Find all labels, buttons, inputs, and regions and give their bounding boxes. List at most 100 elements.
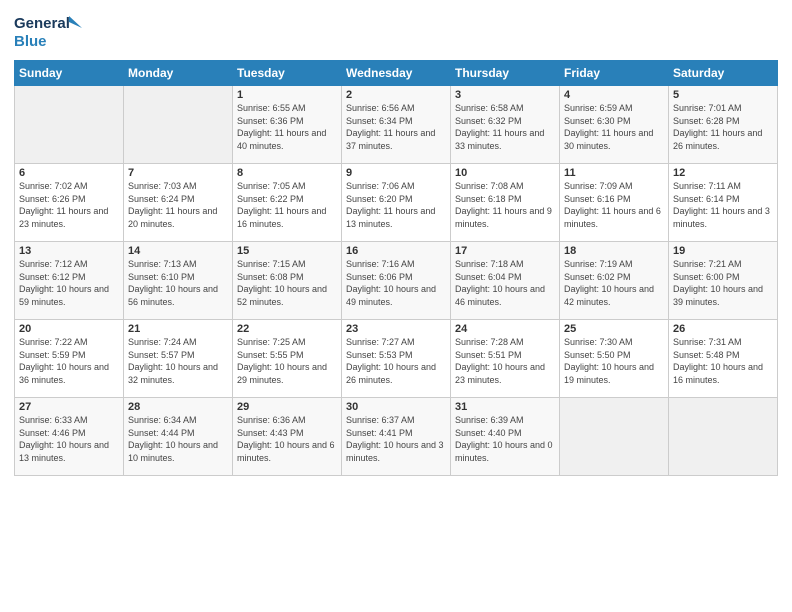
calendar-day-cell: 18Sunrise: 7:19 AMSunset: 6:02 PMDayligh… — [560, 242, 669, 320]
day-number: 16 — [346, 245, 446, 257]
calendar-day-cell: 20Sunrise: 7:22 AMSunset: 5:59 PMDayligh… — [15, 320, 124, 398]
weekday-header: Monday — [124, 61, 233, 86]
day-number: 29 — [237, 401, 337, 413]
calendar-body: 1Sunrise: 6:55 AMSunset: 6:36 PMDaylight… — [15, 86, 778, 476]
calendar-week-row: 6Sunrise: 7:02 AMSunset: 6:26 PMDaylight… — [15, 164, 778, 242]
day-number: 25 — [564, 323, 664, 335]
calendar-day-cell: 9Sunrise: 7:06 AMSunset: 6:20 PMDaylight… — [342, 164, 451, 242]
day-info: Sunrise: 7:16 AMSunset: 6:06 PMDaylight:… — [346, 258, 446, 308]
day-number: 2 — [346, 89, 446, 101]
day-number: 13 — [19, 245, 119, 257]
day-number: 21 — [128, 323, 228, 335]
day-number: 14 — [128, 245, 228, 257]
calendar-day-cell: 17Sunrise: 7:18 AMSunset: 6:04 PMDayligh… — [451, 242, 560, 320]
day-info: Sunrise: 7:06 AMSunset: 6:20 PMDaylight:… — [346, 180, 446, 230]
main-container: GeneralBlue SundayMondayTuesdayWednesday… — [0, 0, 792, 484]
day-number: 1 — [237, 89, 337, 101]
day-number: 3 — [455, 89, 555, 101]
day-info: Sunrise: 7:08 AMSunset: 6:18 PMDaylight:… — [455, 180, 555, 230]
calendar-week-row: 27Sunrise: 6:33 AMSunset: 4:46 PMDayligh… — [15, 398, 778, 476]
calendar-day-cell: 8Sunrise: 7:05 AMSunset: 6:22 PMDaylight… — [233, 164, 342, 242]
day-info: Sunrise: 7:15 AMSunset: 6:08 PMDaylight:… — [237, 258, 337, 308]
calendar-day-cell: 24Sunrise: 7:28 AMSunset: 5:51 PMDayligh… — [451, 320, 560, 398]
calendar-week-row: 1Sunrise: 6:55 AMSunset: 6:36 PMDaylight… — [15, 86, 778, 164]
day-info: Sunrise: 7:01 AMSunset: 6:28 PMDaylight:… — [673, 102, 773, 152]
day-info: Sunrise: 7:24 AMSunset: 5:57 PMDaylight:… — [128, 336, 228, 386]
calendar-day-cell: 5Sunrise: 7:01 AMSunset: 6:28 PMDaylight… — [669, 86, 778, 164]
calendar-day-cell — [124, 86, 233, 164]
calendar-day-cell: 19Sunrise: 7:21 AMSunset: 6:00 PMDayligh… — [669, 242, 778, 320]
day-info: Sunrise: 7:25 AMSunset: 5:55 PMDaylight:… — [237, 336, 337, 386]
day-number: 15 — [237, 245, 337, 257]
day-number: 17 — [455, 245, 555, 257]
day-info: Sunrise: 6:58 AMSunset: 6:32 PMDaylight:… — [455, 102, 555, 152]
day-info: Sunrise: 7:31 AMSunset: 5:48 PMDaylight:… — [673, 336, 773, 386]
day-number: 5 — [673, 89, 773, 101]
day-info: Sunrise: 6:36 AMSunset: 4:43 PMDaylight:… — [237, 414, 337, 464]
day-number: 12 — [673, 167, 773, 179]
calendar-day-cell: 16Sunrise: 7:16 AMSunset: 6:06 PMDayligh… — [342, 242, 451, 320]
calendar-day-cell: 29Sunrise: 6:36 AMSunset: 4:43 PMDayligh… — [233, 398, 342, 476]
day-info: Sunrise: 6:34 AMSunset: 4:44 PMDaylight:… — [128, 414, 228, 464]
day-info: Sunrise: 7:22 AMSunset: 5:59 PMDaylight:… — [19, 336, 119, 386]
day-number: 20 — [19, 323, 119, 335]
calendar-day-cell: 25Sunrise: 7:30 AMSunset: 5:50 PMDayligh… — [560, 320, 669, 398]
day-info: Sunrise: 7:11 AMSunset: 6:14 PMDaylight:… — [673, 180, 773, 230]
day-info: Sunrise: 7:13 AMSunset: 6:10 PMDaylight:… — [128, 258, 228, 308]
calendar-day-cell: 31Sunrise: 6:39 AMSunset: 4:40 PMDayligh… — [451, 398, 560, 476]
calendar-header: SundayMondayTuesdayWednesdayThursdayFrid… — [15, 61, 778, 86]
calendar-day-cell: 4Sunrise: 6:59 AMSunset: 6:30 PMDaylight… — [560, 86, 669, 164]
day-number: 27 — [19, 401, 119, 413]
day-number: 19 — [673, 245, 773, 257]
calendar-day-cell — [560, 398, 669, 476]
calendar-day-cell: 7Sunrise: 7:03 AMSunset: 6:24 PMDaylight… — [124, 164, 233, 242]
calendar-table: SundayMondayTuesdayWednesdayThursdayFrid… — [14, 60, 778, 476]
day-number: 9 — [346, 167, 446, 179]
calendar-day-cell — [15, 86, 124, 164]
svg-text:General: General — [14, 15, 70, 32]
calendar-day-cell: 26Sunrise: 7:31 AMSunset: 5:48 PMDayligh… — [669, 320, 778, 398]
day-info: Sunrise: 7:21 AMSunset: 6:00 PMDaylight:… — [673, 258, 773, 308]
weekday-header: Tuesday — [233, 61, 342, 86]
day-info: Sunrise: 7:03 AMSunset: 6:24 PMDaylight:… — [128, 180, 228, 230]
weekday-header: Sunday — [15, 61, 124, 86]
calendar-day-cell: 22Sunrise: 7:25 AMSunset: 5:55 PMDayligh… — [233, 320, 342, 398]
calendar-week-row: 13Sunrise: 7:12 AMSunset: 6:12 PMDayligh… — [15, 242, 778, 320]
day-number: 31 — [455, 401, 555, 413]
weekday-header: Thursday — [451, 61, 560, 86]
svg-text:Blue: Blue — [14, 33, 47, 50]
day-number: 4 — [564, 89, 664, 101]
weekday-header: Wednesday — [342, 61, 451, 86]
day-info: Sunrise: 6:37 AMSunset: 4:41 PMDaylight:… — [346, 414, 446, 464]
day-info: Sunrise: 6:33 AMSunset: 4:46 PMDaylight:… — [19, 414, 119, 464]
calendar-day-cell: 23Sunrise: 7:27 AMSunset: 5:53 PMDayligh… — [342, 320, 451, 398]
calendar-day-cell: 14Sunrise: 7:13 AMSunset: 6:10 PMDayligh… — [124, 242, 233, 320]
calendar-day-cell: 11Sunrise: 7:09 AMSunset: 6:16 PMDayligh… — [560, 164, 669, 242]
calendar-day-cell: 3Sunrise: 6:58 AMSunset: 6:32 PMDaylight… — [451, 86, 560, 164]
calendar-day-cell — [669, 398, 778, 476]
weekday-header: Friday — [560, 61, 669, 86]
day-number: 22 — [237, 323, 337, 335]
weekday-row: SundayMondayTuesdayWednesdayThursdayFrid… — [15, 61, 778, 86]
calendar-day-cell: 15Sunrise: 7:15 AMSunset: 6:08 PMDayligh… — [233, 242, 342, 320]
day-info: Sunrise: 7:27 AMSunset: 5:53 PMDaylight:… — [346, 336, 446, 386]
day-number: 18 — [564, 245, 664, 257]
day-info: Sunrise: 7:19 AMSunset: 6:02 PMDaylight:… — [564, 258, 664, 308]
calendar-day-cell: 2Sunrise: 6:56 AMSunset: 6:34 PMDaylight… — [342, 86, 451, 164]
day-number: 26 — [673, 323, 773, 335]
day-info: Sunrise: 7:02 AMSunset: 6:26 PMDaylight:… — [19, 180, 119, 230]
weekday-header: Saturday — [669, 61, 778, 86]
calendar-day-cell: 1Sunrise: 6:55 AMSunset: 6:36 PMDaylight… — [233, 86, 342, 164]
calendar-day-cell: 6Sunrise: 7:02 AMSunset: 6:26 PMDaylight… — [15, 164, 124, 242]
day-info: Sunrise: 7:30 AMSunset: 5:50 PMDaylight:… — [564, 336, 664, 386]
day-info: Sunrise: 7:05 AMSunset: 6:22 PMDaylight:… — [237, 180, 337, 230]
calendar-day-cell: 13Sunrise: 7:12 AMSunset: 6:12 PMDayligh… — [15, 242, 124, 320]
calendar-day-cell: 28Sunrise: 6:34 AMSunset: 4:44 PMDayligh… — [124, 398, 233, 476]
day-info: Sunrise: 7:09 AMSunset: 6:16 PMDaylight:… — [564, 180, 664, 230]
day-number: 23 — [346, 323, 446, 335]
day-number: 30 — [346, 401, 446, 413]
day-number: 24 — [455, 323, 555, 335]
day-number: 10 — [455, 167, 555, 179]
day-info: Sunrise: 6:55 AMSunset: 6:36 PMDaylight:… — [237, 102, 337, 152]
day-info: Sunrise: 7:18 AMSunset: 6:04 PMDaylight:… — [455, 258, 555, 308]
